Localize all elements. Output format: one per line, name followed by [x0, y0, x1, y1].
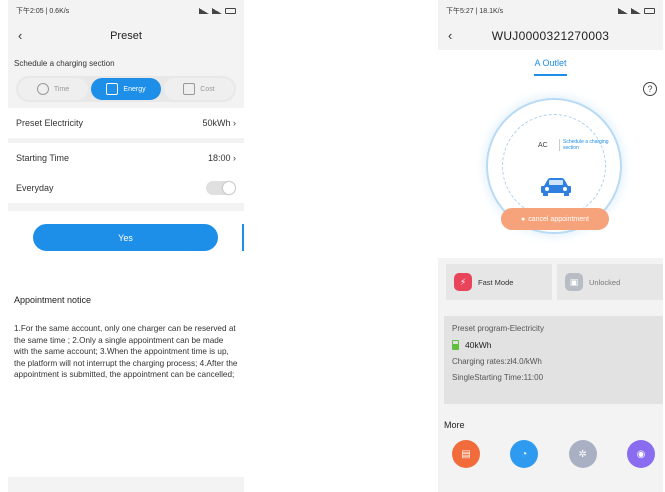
settings-icon[interactable]: ✲: [568, 440, 597, 468]
page-title: Preset: [110, 30, 142, 42]
signal-icon: [618, 8, 628, 14]
confirm-area: Yes: [8, 211, 244, 285]
nav-bar: ‹ WUJ0000321270003: [438, 22, 663, 50]
starting-time: SingleStarting Time:11:00: [452, 373, 544, 382]
status-bar: 下午5:27 | 18.1K/s: [438, 0, 663, 22]
signal-icon: [631, 8, 641, 14]
status-icons: [618, 8, 655, 14]
starting-time-row[interactable]: Starting Time 18:00 ›: [8, 143, 244, 173]
back-icon[interactable]: ‹: [18, 28, 22, 43]
preset-electricity-label: Preset Electricity: [16, 118, 84, 128]
chevron-right-icon: ›: [233, 153, 236, 163]
notice-title: Appointment notice: [14, 295, 92, 305]
signal-icon: [199, 8, 209, 14]
lock-icon: ▣: [565, 273, 583, 291]
back-icon[interactable]: ‹: [448, 28, 453, 43]
scan-icon[interactable]: ◉: [626, 440, 655, 468]
fast-mode-card[interactable]: ⚡ Fast Mode: [446, 264, 552, 300]
starting-time-value: 18:00: [207, 153, 231, 163]
segment-label: Time: [53, 85, 70, 93]
battery-icon: [106, 83, 119, 95]
tab-a-outlet[interactable]: A Outlet: [534, 58, 567, 76]
clock-icon: [36, 83, 49, 95]
yes-button[interactable]: Yes: [33, 224, 218, 251]
record-icon[interactable]: ▤: [452, 440, 480, 468]
cancel-icon: ●: [521, 215, 526, 223]
notice-text: 1.For the same account, only one charger…: [14, 324, 238, 379]
segment-cost[interactable]: Cost: [164, 78, 234, 100]
chart-icon[interactable]: ◔: [510, 440, 539, 468]
preset-title: Preset program-Electricity: [452, 324, 545, 333]
schedule-label: Schedule a charging section: [559, 139, 609, 151]
ac-label: AC: [538, 142, 548, 149]
preset-electricity-row[interactable]: Preset Electricity 50kWh ›: [8, 108, 244, 138]
device-id-title: WUJ0000321270003: [491, 29, 610, 43]
charging-rate: Charging rates:zł4.0/kWh: [452, 357, 542, 366]
segment-energy[interactable]: Energy: [91, 78, 161, 100]
chevron-right-icon: ›: [233, 118, 236, 128]
status-icons: [199, 8, 236, 14]
mode-label: Unlocked: [589, 277, 621, 287]
mode-label: Fast Mode: [478, 277, 514, 287]
starting-time-label: Starting Time: [16, 153, 70, 163]
battery-status-icon: [644, 8, 655, 14]
wallet-icon: [183, 83, 196, 95]
segment-time[interactable]: Time: [18, 78, 88, 100]
outlet-tabs: A Outlet: [438, 50, 663, 80]
everyday-toggle[interactable]: [206, 181, 236, 195]
status-time: 下午5:27 | 18.1K/s: [446, 8, 504, 15]
fast-mode-icon: ⚡: [454, 273, 472, 291]
everyday-row: Everyday: [8, 173, 244, 203]
kwh-value: 40kWh: [465, 340, 492, 350]
scroll-edge: [242, 224, 244, 251]
preset-kwh: 40kWh: [452, 340, 655, 350]
cancel-appointment-button[interactable]: ● cancel appointment: [501, 208, 609, 230]
mode-cards: ⚡ Fast Mode ▣ Unlocked: [438, 264, 663, 300]
battery-status-icon: [225, 8, 236, 14]
appointment-notice: Appointment notice 1.For the same accoun…: [8, 285, 244, 477]
nav-bar: ‹ Preset: [8, 22, 244, 50]
status-ring-inner: [502, 114, 606, 218]
unlocked-card[interactable]: ▣ Unlocked: [557, 264, 663, 300]
status-bar: 下午2:05 | 0.6K/s: [8, 0, 244, 22]
cancel-label: cancel appointment: [528, 215, 589, 223]
everyday-label: Everyday: [16, 183, 54, 193]
car-icon: [541, 178, 571, 196]
left-screen: 下午2:05 | 0.6K/s ‹ Preset Schedule a char…: [8, 0, 244, 492]
status-time: 下午2:05 | 0.6K/s: [16, 8, 70, 15]
segment-label: Cost: [200, 85, 215, 93]
signal-icon: [212, 8, 222, 14]
section-label: Schedule a charging section: [14, 59, 115, 68]
segment-label: Energy: [123, 85, 146, 93]
help-icon[interactable]: ?: [643, 82, 657, 96]
right-screen: 下午5:27 | 18.1K/s ‹ WUJ0000321270003 A Ou…: [438, 0, 663, 492]
preset-electricity-value: 50kWh: [202, 118, 231, 128]
more-icons-row: ▤ ◔ ✲ ◉: [438, 440, 663, 468]
preset-program-card: Preset program-Electricity 40kWh Chargin…: [444, 316, 663, 404]
charger-status-panel: ? AC Schedule a charging section ● cance…: [438, 80, 663, 258]
battery-icon: [452, 340, 459, 350]
mode-segmented-control: Time Energy Cost: [16, 76, 236, 102]
more-title: More: [444, 420, 465, 430]
